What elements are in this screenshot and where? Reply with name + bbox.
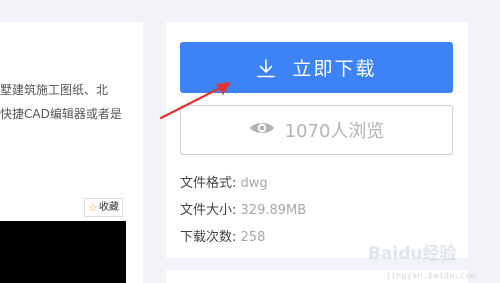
- file-format-row: 文件格式: dwg: [180, 176, 268, 192]
- download-icon: [256, 58, 276, 78]
- eye-icon: [249, 120, 275, 141]
- file-size-row: 文件大小: 329.89MB: [180, 203, 306, 219]
- download-button-label: 立即下载: [292, 58, 377, 80]
- watermark-url: jingyan.baidu.com: [385, 271, 476, 280]
- description-text-line: 快捷CAD编辑器或者是: [0, 107, 122, 121]
- view-count-button[interactable]: 1070人浏览: [180, 105, 453, 155]
- view-count-label: 1070人浏览: [284, 121, 385, 142]
- star-icon: ☆: [88, 201, 98, 214]
- favorite-button[interactable]: ☆ 收藏: [84, 198, 123, 217]
- favorite-label: 收藏: [98, 202, 119, 213]
- media-preview[interactable]: [0, 221, 126, 283]
- download-count-value: 258: [240, 230, 266, 245]
- description-text-line: 墅建筑施工图纸、北: [0, 83, 109, 97]
- file-format-value: dwg: [240, 176, 268, 191]
- download-count-row: 下载次数: 258: [180, 230, 265, 246]
- file-format-key: 文件格式:: [180, 176, 237, 191]
- download-now-button[interactable]: 立即下载: [180, 42, 453, 93]
- file-size-key: 文件大小:: [180, 203, 237, 218]
- file-size-value: 329.89MB: [240, 203, 307, 218]
- download-count-key: 下载次数:: [180, 230, 237, 245]
